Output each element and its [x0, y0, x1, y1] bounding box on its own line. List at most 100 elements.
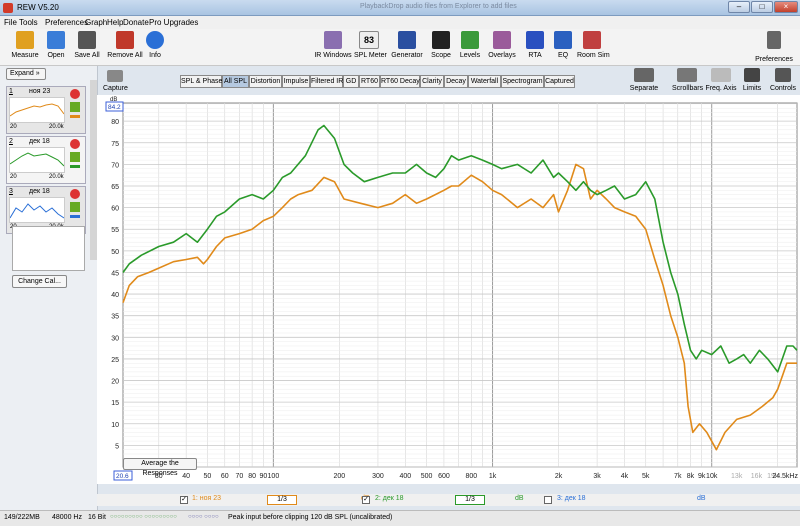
- x-tick-label: 7k: [674, 473, 682, 480]
- room-sim-button[interactable]: Room Sim: [577, 31, 610, 65]
- wrench-icon: [767, 31, 781, 49]
- tab-spl-phase[interactable]: SPL & Phase: [180, 75, 222, 88]
- freq-axis-icon: [711, 68, 731, 82]
- ir-windows-icon: [324, 31, 342, 49]
- generator-button[interactable]: Generator: [391, 31, 423, 65]
- y-tick-label: 15: [111, 400, 119, 407]
- tab-all-spl[interactable]: All SPL: [222, 75, 249, 88]
- trace-color-icon[interactable]: [70, 165, 80, 168]
- room-sim-icon: [583, 31, 601, 49]
- mic-settings-icon[interactable]: [70, 152, 80, 162]
- trace-3-name: 3: дек 18: [557, 495, 586, 502]
- menu-bar: File Tools Preferences Graph Help Donate…: [0, 16, 800, 29]
- measurement-item[interactable]: 2 дек 18 20 20.0k: [6, 136, 86, 184]
- sample-rate-status: 48000 Hz: [52, 514, 82, 521]
- title-bar: REW V5.20 PlaybackDrop audio files from …: [0, 0, 800, 16]
- trace-1-name: 1: ноя 23: [192, 495, 222, 502]
- window-hint: PlaybackDrop audio files from Explorer t…: [360, 3, 517, 10]
- maximize-button[interactable]: □: [751, 1, 773, 13]
- y-tick-label: 70: [111, 162, 119, 169]
- eq-button[interactable]: EQ: [553, 31, 573, 65]
- y-tick-label: 45: [111, 270, 119, 277]
- trace-color-icon[interactable]: [70, 215, 80, 218]
- y-tick-label: 55: [111, 227, 119, 234]
- tab-filtered-ir[interactable]: Filtered IR: [310, 75, 343, 88]
- trace-1-checkbox[interactable]: ✓: [180, 496, 188, 504]
- trace-2-unit: dB: [515, 495, 524, 502]
- input-level-indicator: ○○○○○○○○○ ○○○○○○○○○: [110, 514, 177, 520]
- delete-icon[interactable]: [70, 139, 80, 149]
- tab-waterfall[interactable]: Waterfall: [468, 75, 501, 88]
- menu-file[interactable]: File: [4, 18, 17, 27]
- menu-graph[interactable]: Graph: [85, 18, 107, 27]
- calibration-box: [12, 226, 85, 271]
- camera-icon: [107, 70, 124, 82]
- trace-1-smoothing[interactable]: 1/3: [267, 495, 297, 505]
- floppy-icon: [78, 31, 96, 49]
- tab-clarity[interactable]: Clarity: [420, 75, 444, 88]
- capture-button[interactable]: Capture: [103, 70, 128, 92]
- levels-button[interactable]: Levels: [459, 31, 481, 65]
- average-responses-button[interactable]: Average the Responses: [123, 458, 197, 477]
- tab-rt60-decay[interactable]: RT60 Decay: [380, 75, 420, 88]
- spl-plot[interactable]: 8075706560555045403530252015105dB84.220.…: [97, 95, 800, 484]
- trace-2-smoothing[interactable]: 1/3: [455, 495, 485, 505]
- rta-button[interactable]: RTA: [525, 31, 545, 65]
- legend-bar: ✓ 1: ноя 23 1/3 dB ✓ 2: дек 18 1/3 dB 3:…: [97, 494, 800, 506]
- mic-settings-icon[interactable]: [70, 102, 80, 112]
- delete-icon[interactable]: [70, 189, 80, 199]
- menu-tools[interactable]: Tools: [19, 18, 38, 27]
- separate-icon: [634, 68, 654, 82]
- mic-settings-icon[interactable]: [70, 202, 80, 212]
- ir-windows-button[interactable]: IR Windows: [314, 31, 352, 65]
- x-tick-label: 300: [372, 473, 384, 480]
- close-button[interactable]: ×: [774, 1, 798, 13]
- y-tick-label: 5: [115, 443, 119, 450]
- overlays-button[interactable]: Overlays: [487, 31, 517, 65]
- x-tick-label: 70: [236, 473, 244, 480]
- open-button[interactable]: Open: [44, 31, 68, 65]
- x-tick-label: 4k: [621, 473, 629, 480]
- x-tick-label: 8k: [687, 473, 695, 480]
- status-bar: 149/222MB 48000 Hz 16 Bit ○○○○○○○○○ ○○○○…: [0, 510, 800, 526]
- tab-decay[interactable]: Decay: [444, 75, 468, 88]
- menu-help[interactable]: Help: [107, 18, 123, 27]
- x-tick-label: 90: [259, 473, 267, 480]
- trace-2-checkbox[interactable]: ✓: [362, 496, 370, 504]
- tab-impulse[interactable]: Impulse: [282, 75, 310, 88]
- remove-all-button[interactable]: Remove All: [107, 31, 143, 65]
- overlays-icon: [493, 31, 511, 49]
- trace-color-icon[interactable]: [70, 115, 80, 118]
- x-tick-label: 60: [221, 473, 229, 480]
- panel-scrollbar[interactable]: [90, 80, 97, 260]
- change-cal-button[interactable]: Change Cal...: [12, 275, 67, 288]
- info-button[interactable]: Info: [145, 31, 165, 65]
- scope-button[interactable]: Scope: [430, 31, 452, 65]
- preferences-button[interactable]: Preferences: [754, 31, 794, 65]
- menu-pro-upgrades[interactable]: Pro Upgrades: [149, 18, 198, 27]
- tab-distortion[interactable]: Distortion: [249, 75, 282, 88]
- save-all-button[interactable]: Save All: [73, 31, 101, 65]
- spl-graph[interactable]: 80 75 70 65 60 55 50 45 40 35 30 25 20 15 10 5 dB 84.2 20.…: [97, 95, 800, 484]
- tab-spectrogram[interactable]: Spectrogram: [501, 75, 544, 88]
- x-tick-label: 3k: [593, 473, 601, 480]
- y-tick-label: 35: [111, 314, 119, 321]
- y-tick-label: 20: [111, 379, 119, 386]
- x-tick-label: 100: [268, 473, 280, 480]
- tab-gd[interactable]: GD: [343, 75, 359, 88]
- tab-rt60[interactable]: RT60: [359, 75, 380, 88]
- minimize-button[interactable]: –: [728, 1, 750, 13]
- expand-button[interactable]: Expand »: [6, 68, 46, 80]
- measure-button[interactable]: Measure: [10, 31, 40, 65]
- generator-icon: [398, 31, 416, 49]
- menu-preferences[interactable]: Preferences: [45, 18, 88, 27]
- measurement-item[interactable]: 1 ноя 23 20 20.0k: [6, 86, 86, 134]
- delete-icon[interactable]: [70, 89, 80, 99]
- tab-captured[interactable]: Captured: [544, 75, 575, 88]
- output-level-indicator: ○○○○ ○○○○: [188, 514, 219, 520]
- clip-warning-status: Peak input before clipping 120 dB SPL (u…: [228, 514, 393, 521]
- menu-donate[interactable]: Donate: [123, 18, 149, 27]
- spl-meter-button[interactable]: 83 SPL Meter: [354, 31, 387, 65]
- x-tick-label: 13k: [731, 473, 743, 480]
- trace-3-checkbox[interactable]: [544, 496, 552, 504]
